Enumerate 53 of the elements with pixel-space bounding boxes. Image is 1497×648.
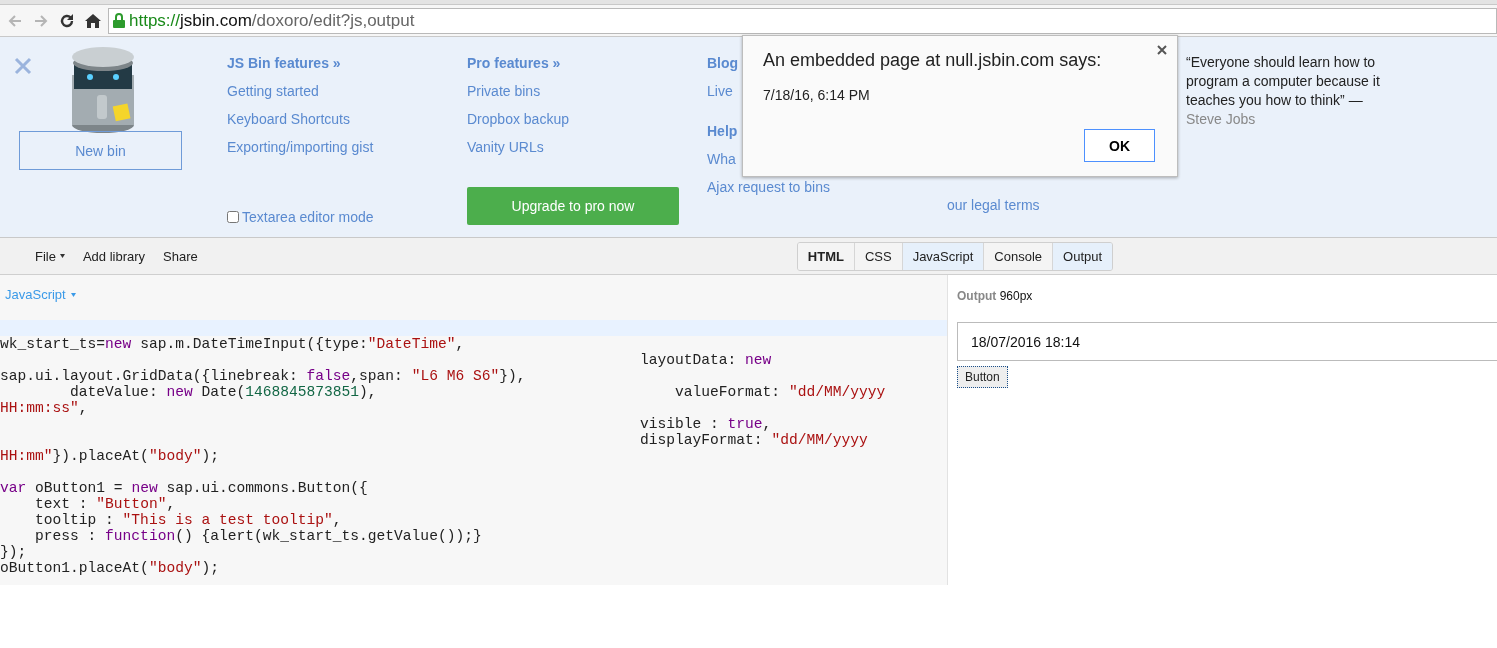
caret-icon [70, 292, 76, 297]
url-text: https://jsbin.com/doxoro/edit?js,output [129, 10, 415, 31]
help-link[interactable]: Keyboard Shortcuts [227, 109, 350, 137]
robot-logo-icon [70, 45, 136, 135]
caret-icon [59, 254, 65, 258]
section-heading: Pro features » [467, 54, 561, 73]
code-line: displayFormat: "dd/MM/yyyy [639, 432, 869, 448]
help-link[interactable]: our legal terms [947, 195, 1040, 223]
menu-item[interactable]: Share [163, 248, 198, 264]
new-bin-button[interactable]: New bin [19, 131, 182, 170]
section-heading: Blog [707, 54, 739, 73]
quote-author: Steve Jobs [1186, 110, 1256, 129]
textarea-mode-label: Textarea editor mode [242, 209, 374, 225]
output-label: Output 960px [957, 289, 1033, 303]
code-line: var oButton1 = new sap.ui.commons.Button({ [0, 480, 369, 496]
code-line: tooltip : "This is a test tooltip", [34, 512, 343, 528]
code-line: HH:mm:ss", [0, 400, 89, 416]
code-line: visible : true, [639, 416, 773, 432]
upgrade-button[interactable]: Upgrade to pro now [467, 187, 679, 225]
help-link[interactable]: Vanity URLs [467, 137, 544, 165]
code-line: }); [0, 544, 28, 560]
code-line: wk_start_ts=new sap.m.DateTimeInput({type:"DateTime", [0, 336, 466, 352]
code-line: sap.ui.layout.GridData({linebreak: false,span: "L6 M6 S6"}), [0, 368, 527, 384]
dialog-message: 7/18/16, 6:14 PM [763, 87, 870, 103]
menu-item[interactable]: Add library [82, 248, 146, 264]
code-line: layoutData: new [639, 352, 773, 368]
help-link[interactable]: Dropbox backup [467, 109, 569, 137]
section-heading: JS Bin features » [227, 54, 341, 73]
quote-text: “Everyone should learn how to program a computer because it teaches you how to think” — [1186, 53, 1381, 110]
code-line: text : "Button", [34, 496, 177, 512]
section-heading: Help [707, 122, 738, 141]
panel-tab[interactable]: HTML [797, 242, 855, 270]
output-button[interactable]: Button [957, 366, 1008, 388]
address-bar[interactable]: https://jsbin.com/doxoro/edit?js,output [108, 7, 1497, 34]
help-link[interactable]: Getting started [227, 81, 319, 109]
help-link[interactable]: Live [707, 81, 733, 109]
panel-tab[interactable]: Output [1053, 242, 1113, 270]
menu-item[interactable]: File [35, 248, 65, 264]
date-input-field[interactable]: 18/07/2016 18:14 [957, 322, 1497, 361]
help-link[interactable]: Private bins [467, 81, 541, 109]
code-line: press : function() {alert(wk_start_ts.getValue());} [34, 528, 483, 544]
code-line: oButton1.placeAt("body"); [0, 560, 220, 576]
ok-button[interactable]: OK [1084, 129, 1155, 162]
code-line: HH:mm"}).placeAt("body"); [0, 448, 220, 464]
code-line: dateValue: new Date(1468845873851), valueFormat: "dd/MM/yyyy [69, 384, 887, 400]
dialog-title: An embedded page at null.jsbin.com says: [763, 50, 1102, 71]
help-link[interactable]: Wha [707, 149, 736, 177]
help-link[interactable]: Exporting/importing gist [227, 137, 374, 165]
help-link[interactable]: Ajax request to bins [707, 177, 830, 205]
panel-tab[interactable]: JavaScript [902, 242, 985, 270]
textarea-mode-checkbox[interactable] [227, 211, 239, 223]
lock-icon [113, 13, 125, 28]
language-menu[interactable]: JavaScript [5, 287, 76, 302]
